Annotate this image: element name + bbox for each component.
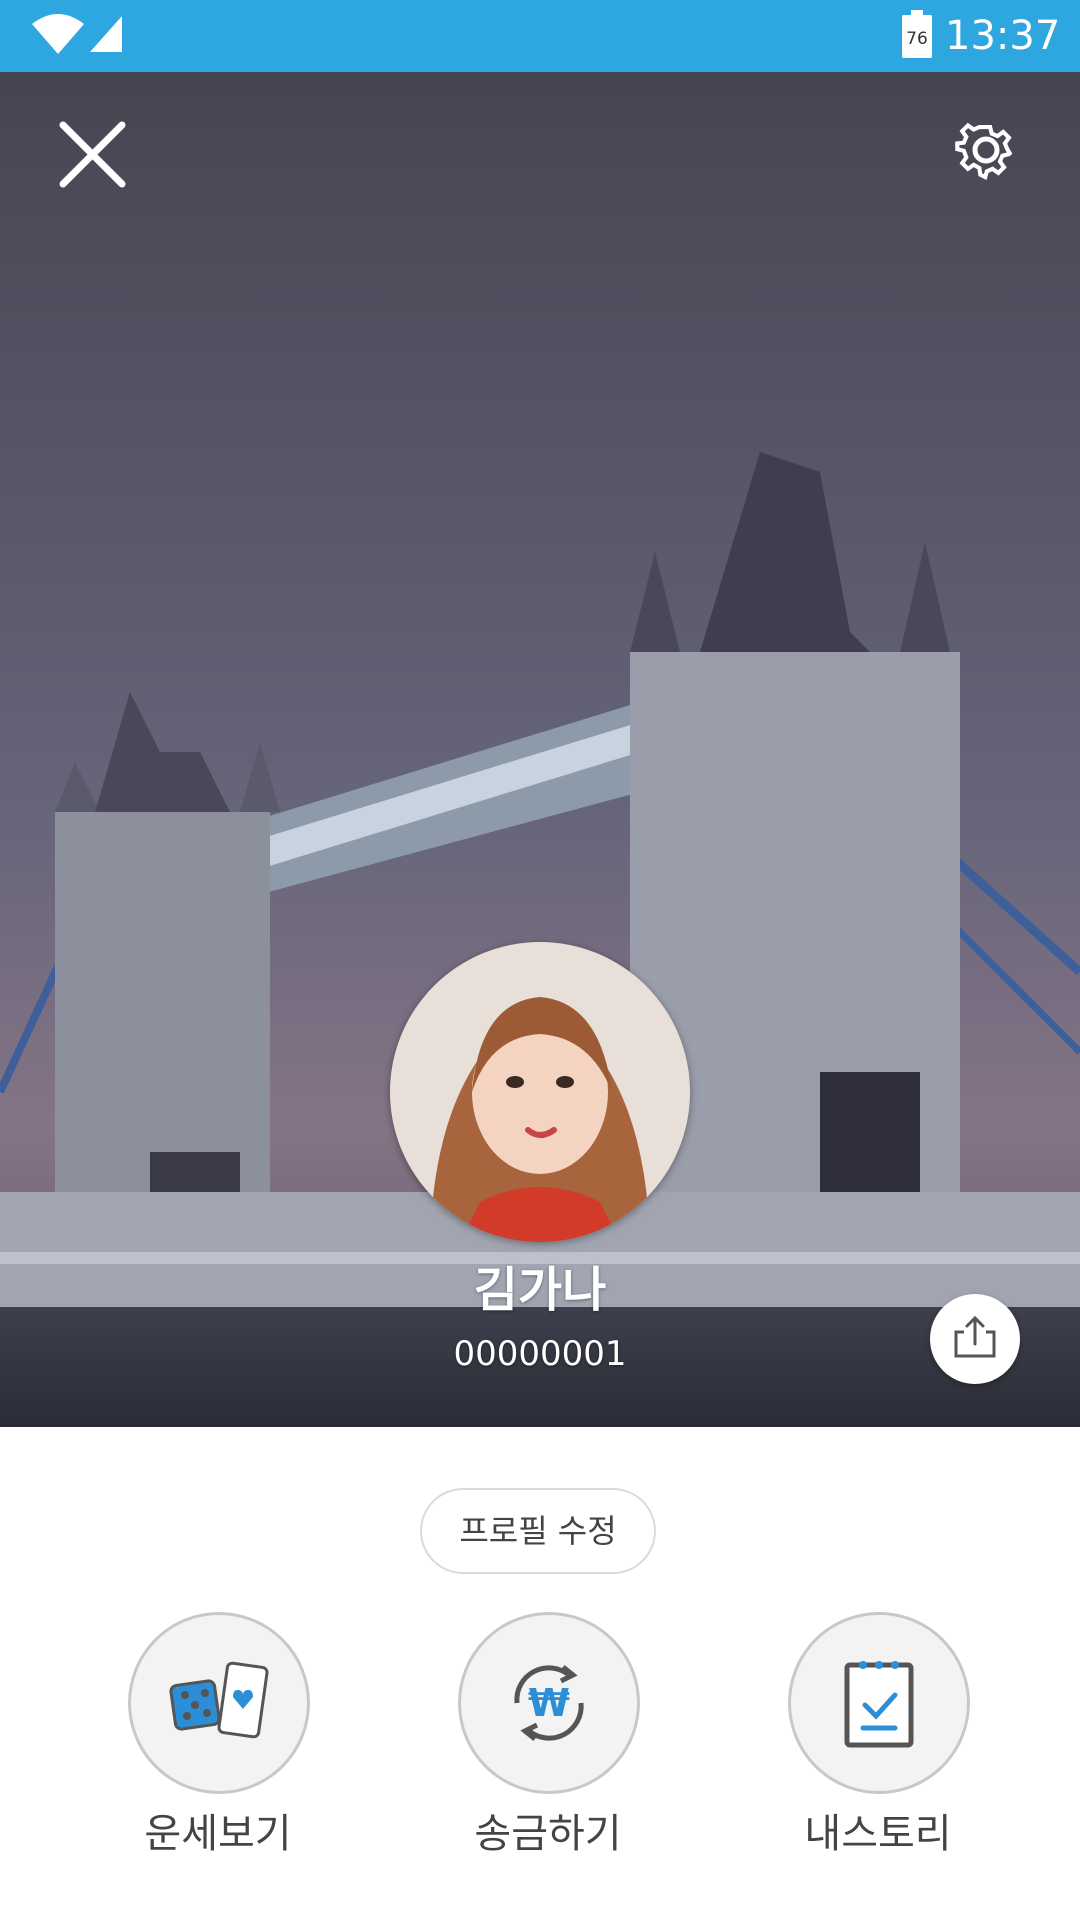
share-button[interactable] — [930, 1294, 1020, 1384]
my-story-label: 내스토리 — [804, 1811, 952, 1857]
svg-text:₩: ₩ — [528, 1681, 570, 1725]
edit-profile-button[interactable]: 프로필 수정 — [420, 1488, 656, 1574]
avatar-photo — [390, 942, 690, 1242]
my-story-circle[interactable] — [788, 1612, 970, 1794]
profile-name: 김가나 — [473, 1262, 607, 1318]
wifi-icon — [32, 14, 84, 54]
money-transfer-button[interactable]: ₩ 송금하기 — [448, 1612, 648, 1872]
fortune-icon — [169, 1661, 269, 1739]
fortune-button[interactable]: 운세보기 — [118, 1612, 318, 1872]
close-icon[interactable] — [55, 117, 130, 192]
gear-icon[interactable] — [950, 114, 1022, 186]
fortune-label: 운세보기 — [144, 1811, 292, 1857]
profile-id: 00000001 — [453, 1334, 627, 1374]
profile-background: 김가나 00000001 — [0, 72, 1080, 1427]
battery-icon: 76 — [902, 10, 932, 58]
share-icon — [954, 1315, 996, 1358]
fortune-circle[interactable] — [128, 1612, 310, 1794]
avatar[interactable] — [390, 942, 690, 1242]
money-transfer-label: 송금하기 — [474, 1811, 622, 1857]
status-bar: 76 13:37 — [0, 0, 1080, 72]
my-story-button[interactable]: 내스토리 — [778, 1612, 978, 1872]
signal-icon — [90, 16, 122, 52]
svg-text:76: 76 — [906, 29, 928, 49]
money-transfer-icon: ₩ — [514, 1665, 584, 1741]
clock: 13:37 — [945, 13, 1061, 59]
my-story-icon — [844, 1661, 914, 1748]
money-transfer-circle[interactable]: ₩ — [458, 1612, 640, 1794]
